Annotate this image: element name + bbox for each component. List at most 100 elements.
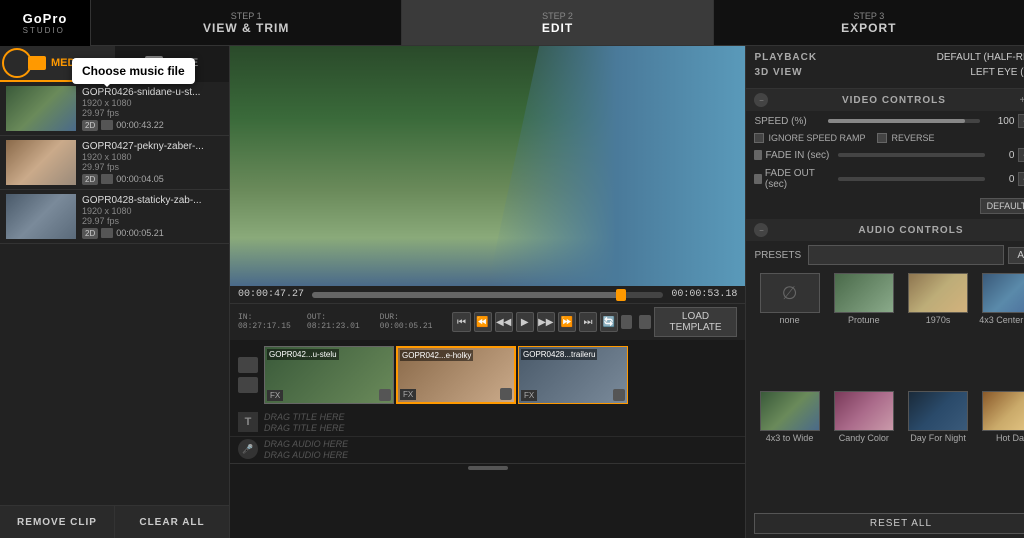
preset-4x3-center-crop[interactable]: 4x3 Center Crop <box>977 273 1024 387</box>
skip-start-button[interactable]: ⏮ <box>452 312 470 332</box>
speed-decrease[interactable]: < <box>1018 114 1024 128</box>
timeline-clips: GOPR042...u-stelu FX GOPR042...e-holky F… <box>230 340 745 410</box>
fade-out-value: 0 <box>989 174 1014 185</box>
time-current: 00:00:47.27 <box>238 289 304 300</box>
clip-thumbnail <box>6 194 76 239</box>
tooltip: Choose music file <box>72 58 195 84</box>
preset-thumb-none: ∅ <box>760 273 820 313</box>
out-point: OUT: 08:21:23.01 <box>307 313 369 331</box>
preset-label-hot-day: Hot Day <box>996 433 1024 443</box>
play-button[interactable]: ▶ <box>516 312 534 332</box>
timeline-clip[interactable]: GOPR042...u-stelu FX <box>264 346 394 404</box>
skip-end-button[interactable]: ⏭ <box>579 312 597 332</box>
fx-badge[interactable]: FX <box>521 390 537 401</box>
main-layout: MEDIA Choose music file TITLE GOPR0426-s… <box>0 46 1024 538</box>
reverse-label: REVERSE <box>891 133 934 143</box>
video-controls-header: − VIDEO CONTROLS +2 x2 <box>746 89 1024 111</box>
playback-row: PLAYBACK DEFAULT (HALF-RES) ▾ <box>754 52 1024 63</box>
preset-candy-color[interactable]: Candy Color <box>829 391 899 505</box>
fast-forward-button[interactable]: ▶▶ <box>537 312 555 332</box>
ignore-speed-ramp-checkbox[interactable] <box>754 133 764 143</box>
plus2-label: +2 <box>1019 95 1024 106</box>
fade-out-label: FADE OUT (sec) <box>754 168 834 190</box>
preset-day-for-night[interactable]: Day For Night <box>903 391 973 505</box>
prev-frame-button[interactable]: ⏪ <box>474 312 492 332</box>
preset-hot-day[interactable]: Hot Day <box>977 391 1024 505</box>
scrubber-handle[interactable] <box>616 289 626 301</box>
transport-bar: IN: 08:27:17.15 OUT: 08:21:23.01 DUR: 00… <box>230 303 745 340</box>
audio-controls-expand[interactable]: − <box>754 223 768 237</box>
video-controls-expand[interactable]: − <box>754 93 768 107</box>
speed-slider[interactable] <box>828 119 980 123</box>
left-tabs: MEDIA Choose music file TITLE <box>0 46 229 82</box>
fade-in-decrease[interactable]: < <box>1018 148 1024 162</box>
step1-number: STEP 1 <box>231 11 262 21</box>
step-edit[interactable]: STEP 2 EDIT <box>401 0 712 45</box>
preset-protune[interactable]: Protune <box>829 273 899 387</box>
fade-in-value: 0 <box>989 150 1014 161</box>
fade-out-slider[interactable] <box>838 177 985 181</box>
fade-in-label: FADE IN (sec) <box>754 150 834 161</box>
playback-section: PLAYBACK DEFAULT (HALF-RES) ▾ 3D VIEW LE… <box>746 46 1024 89</box>
scrollbar-thumb[interactable] <box>468 466 508 470</box>
list-item[interactable]: GOPR0428-staticky-zab-... 1920 x 1080 29… <box>0 190 229 244</box>
timeline-clip[interactable]: GOPR0428...traileru FX <box>518 346 628 404</box>
video-track-icon <box>238 357 258 373</box>
video-controls-title: VIDEO CONTROLS <box>774 95 1013 106</box>
title-track-icon: T <box>238 412 258 432</box>
audio-controls-title: AUDIO CONTROLS <box>774 225 1024 236</box>
fx-badge[interactable]: FX <box>267 390 283 401</box>
preset-1970s[interactable]: 1970s <box>903 273 973 387</box>
loop-button[interactable]: 🔄 <box>600 312 618 332</box>
speed-row: SPEED (%) 100 < > <box>746 111 1024 131</box>
playback-value[interactable]: DEFAULT (HALF-RES) ▾ <box>937 52 1024 63</box>
clip-type-icon <box>101 120 113 130</box>
duration-point: DUR: 00:00:05.21 <box>380 313 442 331</box>
timeline-scrollbar[interactable] <box>230 463 745 471</box>
remove-clip-button[interactable]: REMOVE CLIP <box>0 506 115 538</box>
fade-in-slider[interactable] <box>838 153 985 157</box>
preset-4x3-to-wide[interactable]: 4x3 to Wide <box>754 391 824 505</box>
clip-list: GOPR0426-snidane-u-st... 1920 x 1080 29.… <box>0 82 229 505</box>
reverse-checkbox[interactable] <box>877 133 887 143</box>
timeline-icons <box>238 357 258 393</box>
fade-out-arrows: < > <box>1018 172 1024 186</box>
fullscreen-icon[interactable] <box>639 315 650 329</box>
preset-label-4x3-to-wide: 4x3 to Wide <box>766 433 814 443</box>
clip-badges: 2D 00:00:04.05 <box>82 174 223 185</box>
timeline-clip[interactable]: GOPR042...e-holky FX <box>396 346 516 404</box>
clear-all-button[interactable]: CLEAR ALL <box>115 506 229 538</box>
fade-out-decrease[interactable]: < <box>1018 172 1024 186</box>
step-view-trim[interactable]: STEP 1 VIEW & TRIM <box>90 0 401 45</box>
3d-view-value[interactable]: LEFT EYE (2D) ▾ <box>970 67 1024 78</box>
fade-out-row: FADE OUT (sec) 0 < > <box>746 165 1024 193</box>
clip-label: GOPR042...e-holky <box>400 350 473 361</box>
clip-fps: 29.97 fps <box>82 216 223 226</box>
preset-none[interactable]: ∅ none <box>754 273 824 387</box>
tab-media[interactable]: MEDIA Choose music file <box>0 46 115 82</box>
add-preset-button[interactable]: ADD <box>1008 247 1024 264</box>
step-export[interactable]: STEP 3 EXPORT <box>713 0 1024 45</box>
fx-badge[interactable]: FX <box>400 389 416 400</box>
clip-badges: 2D 00:00:43.22 <box>82 120 223 131</box>
ignore-speed-ramp-row: IGNORE SPEED RAMP REVERSE <box>746 131 1024 145</box>
fade-out-lock <box>754 174 761 184</box>
ignore-speed-ramp-label: IGNORE SPEED RAMP <box>768 133 865 143</box>
gopro-logo: GoPro STUDIO <box>0 0 90 46</box>
next-frame-button[interactable]: ⏩ <box>558 312 576 332</box>
list-item[interactable]: GOPR0426-snidane-u-st... 1920 x 1080 29.… <box>0 82 229 136</box>
reset-all-button[interactable]: RESET ALL <box>754 513 1024 534</box>
list-item[interactable]: GOPR0427-pekny-zaber-... 1920 x 1080 29.… <box>0 136 229 190</box>
scrubber[interactable] <box>312 292 663 298</box>
speed-value: 100 <box>984 116 1014 127</box>
volume-icon[interactable] <box>621 315 632 329</box>
load-template-button[interactable]: LOAD TEMPLATE <box>654 307 738 337</box>
presets-input[interactable] <box>808 245 1004 265</box>
rewind-button[interactable]: ◀◀ <box>495 312 513 332</box>
clip-label: GOPR0428...traileru <box>521 349 597 360</box>
clip-fps: 29.97 fps <box>82 162 223 172</box>
audio-controls-header: − AUDIO CONTROLS <box>746 219 1024 241</box>
drag-row: DRAG TITLE HERE <box>264 412 737 422</box>
defaults-button[interactable]: DEFAULTS <box>980 198 1024 214</box>
drag-row: DRAG TITLE HERE <box>264 423 737 433</box>
